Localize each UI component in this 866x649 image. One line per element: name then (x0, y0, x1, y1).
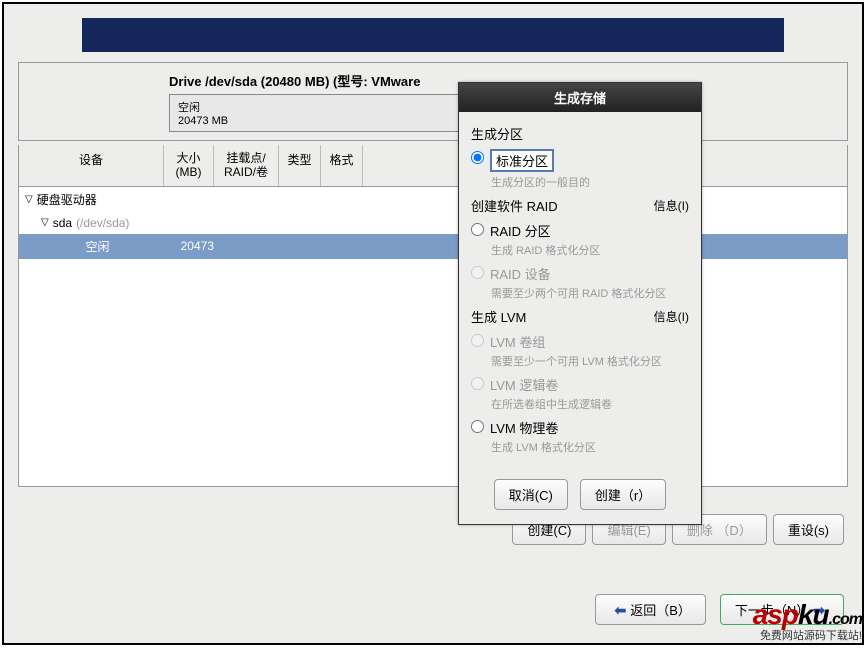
tree-sda-label: sda (53, 216, 72, 230)
banner (82, 18, 784, 52)
arrow-left-icon: ⬅ (614, 602, 626, 618)
dialog-create-button[interactable]: 创建（r） (580, 479, 666, 510)
sub-raid-dev: 需要至少两个可用 RAID 格式化分区 (491, 285, 689, 301)
option-lvm-pv[interactable]: LVM 物理卷 (471, 418, 689, 437)
partition-tree[interactable]: ▽ 硬盘驱动器 ▽ sda (/dev/sda) 空闲 20473 (18, 187, 848, 487)
option-standard-partition[interactable]: 标准分区 (471, 149, 689, 172)
dialog-title: 生成存储 (459, 83, 701, 112)
wm-com: .com (829, 611, 862, 628)
section-raid: 创建软件 RAID信息(I) (471, 196, 689, 215)
label-raid-part: RAID 分区 (490, 221, 551, 240)
dialog-cancel-button[interactable]: 取消(C) (494, 479, 568, 510)
back-label: 返回（B） (630, 603, 691, 618)
option-lvm-vg: LVM 卷组 (471, 332, 689, 351)
info-link-lvm[interactable]: 信息(I) (654, 308, 689, 325)
info-link-raid[interactable]: 信息(I) (654, 197, 689, 214)
option-raid-partition[interactable]: RAID 分区 (471, 221, 689, 240)
header-type[interactable]: 类型 (279, 145, 321, 186)
radio-raid-dev (471, 266, 484, 279)
label-lvm-vg: LVM 卷组 (490, 332, 545, 351)
tree-free-size: 20473 (170, 239, 220, 253)
tree-root-label: 硬盘驱动器 (37, 191, 97, 208)
tree-free-label: 空闲 (85, 238, 109, 255)
radio-lvm-vg (471, 334, 484, 347)
installer-window: Drive /dev/sda (20480 MB) (型号: VMware 空闲… (2, 2, 864, 645)
option-raid-device: RAID 设备 (471, 264, 689, 283)
create-storage-dialog: 生成存储 生成分区 标准分区 生成分区的一般目的 创建软件 RAID信息(I) … (458, 82, 702, 525)
option-lvm-lv: LVM 逻辑卷 (471, 375, 689, 394)
header-device[interactable]: 设备 (19, 145, 164, 186)
expand-icon[interactable]: ▽ (41, 217, 49, 228)
section-lvm: 生成 LVM信息(I) (471, 307, 689, 326)
back-button[interactable]: ⬅ 返回（B） (595, 594, 705, 625)
sub-lvm-pv: 生成 LVM 格式化分区 (491, 439, 689, 455)
header-size[interactable]: 大小 (MB) (164, 145, 214, 186)
sub-standard: 生成分区的一般目的 (491, 174, 689, 190)
drive-summary-panel: Drive /dev/sda (20480 MB) (型号: VMware 空闲… (18, 62, 848, 141)
sub-lvm-lv: 在所选卷组中生成逻辑卷 (491, 396, 689, 412)
wm-sub: 免费网站源码下载站! (753, 627, 862, 643)
tree-row-free[interactable]: 空闲 20473 (19, 234, 847, 259)
label-raid-dev: RAID 设备 (490, 264, 551, 283)
label-lvm-pv: LVM 物理卷 (490, 418, 558, 437)
sub-lvm-vg: 需要至少一个可用 LVM 格式化分区 (491, 353, 689, 369)
wm-asp: asp (753, 599, 798, 630)
radio-lvm-lv (471, 377, 484, 390)
dialog-button-row: 取消(C) 创建（r） (459, 469, 701, 524)
tree-row-sda[interactable]: ▽ sda (/dev/sda) (19, 212, 847, 234)
watermark: aspku.com 免费网站源码下载站! (753, 599, 862, 643)
radio-lvm-pv[interactable] (471, 420, 484, 433)
section-partition: 生成分区 (471, 124, 689, 143)
tree-row-root[interactable]: ▽ 硬盘驱动器 (19, 187, 847, 212)
sub-raid-part: 生成 RAID 格式化分区 (491, 242, 689, 258)
tree-sda-path: (/dev/sda) (76, 216, 129, 230)
label-standard: 标准分区 (490, 149, 554, 172)
header-mount[interactable]: 挂载点/ RAID/卷 (214, 145, 279, 186)
header-format[interactable]: 格式 (321, 145, 363, 186)
reset-button[interactable]: 重设(s) (773, 514, 844, 545)
radio-standard[interactable] (471, 151, 484, 164)
wm-ku: ku (798, 599, 829, 630)
label-lvm-lv: LVM 逻辑卷 (490, 375, 558, 394)
radio-raid-part[interactable] (471, 223, 484, 236)
expand-icon[interactable]: ▽ (25, 194, 33, 205)
partition-table-header: 设备 大小 (MB) 挂载点/ RAID/卷 类型 格式 (18, 145, 848, 187)
